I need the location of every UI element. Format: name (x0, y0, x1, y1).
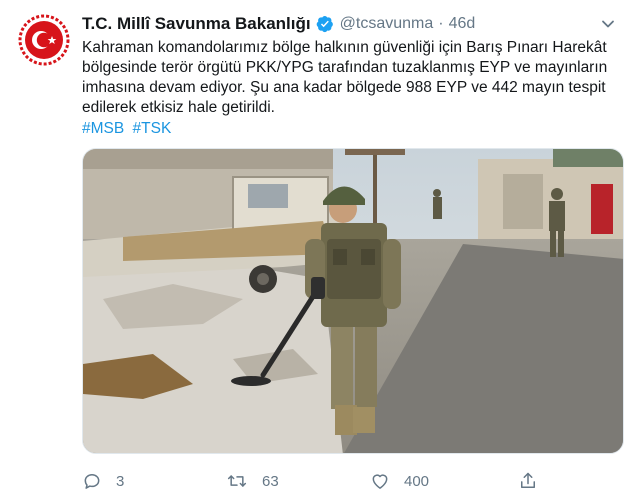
tweet-text-line: imhasına devam ediyor. Şu ana kadar bölg… (82, 79, 606, 96)
heart-icon (372, 474, 388, 489)
reply-button[interactable]: 3 (82, 471, 124, 491)
like-count: 400 (404, 472, 430, 490)
tweet-actions: 3 63 400 (82, 468, 630, 494)
tweet-text-line: Kahraman komandolarımız bölge halkının g… (82, 39, 607, 56)
separator-dot: · (438, 15, 444, 32)
chevron-down-icon (602, 20, 614, 28)
share-icon (521, 472, 535, 488)
tweet-photo[interactable] (82, 148, 624, 454)
tweet-text-line: edilerek etkisiz hale getirildi. (82, 99, 275, 116)
tweet-header: T.C. Millî Savunma Bakanlığı @tcsavunma … (82, 12, 626, 36)
like-button[interactable]: 400 (370, 471, 429, 491)
verified-badge-icon (316, 15, 334, 33)
avatar[interactable] (18, 14, 70, 66)
hashtag-link[interactable]: #TSK (133, 120, 172, 137)
tweet-text: Kahraman komandolarımız bölge halkının g… (82, 38, 622, 118)
account-name[interactable]: T.C. Millî Savunma Bakanlığı (82, 14, 311, 34)
hashtag-list: #MSB #TSK (82, 119, 175, 139)
tweet-timestamp[interactable]: 46d (449, 15, 476, 33)
reply-icon (84, 474, 100, 489)
hashtag-link[interactable]: #MSB (82, 120, 124, 137)
tweet-card: T.C. Millî Savunma Bakanlığı @tcsavunma … (0, 0, 640, 500)
tweet-text-line: bölgesinde terör örgütü PKK/YPG tarafınd… (82, 59, 608, 76)
reply-count: 3 (116, 472, 125, 490)
soldier-mine-detector-photo (83, 149, 623, 453)
retweet-button[interactable]: 63 (226, 471, 279, 491)
account-handle[interactable]: @tcsavunma (340, 15, 434, 33)
share-button[interactable] (518, 471, 538, 491)
more-options-button[interactable] (598, 14, 618, 34)
retweet-count: 63 (262, 472, 279, 490)
retweet-icon (227, 475, 247, 487)
turkish-armed-forces-emblem-icon (18, 14, 70, 66)
